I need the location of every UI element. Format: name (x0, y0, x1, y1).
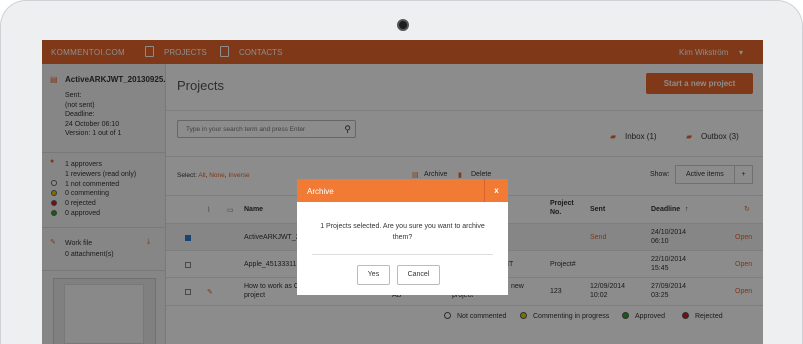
dialog-title: Archive (307, 187, 334, 196)
close-icon[interactable]: x (484, 179, 508, 202)
dialog-header: Archive x (297, 179, 508, 202)
app-screen: KOMMENTOI.COM PROJECTS CONTACTS Kim Wiks… (42, 40, 763, 344)
dialog-message: 1 Projects selected. Are you sure you wa… (320, 223, 485, 241)
archive-dialog: Archive x 1 Projects selected. Are you s… (297, 179, 508, 295)
divider (312, 254, 493, 255)
camera-icon (397, 19, 409, 31)
yes-button[interactable]: Yes (357, 265, 390, 285)
cancel-button[interactable]: Cancel (397, 265, 440, 285)
